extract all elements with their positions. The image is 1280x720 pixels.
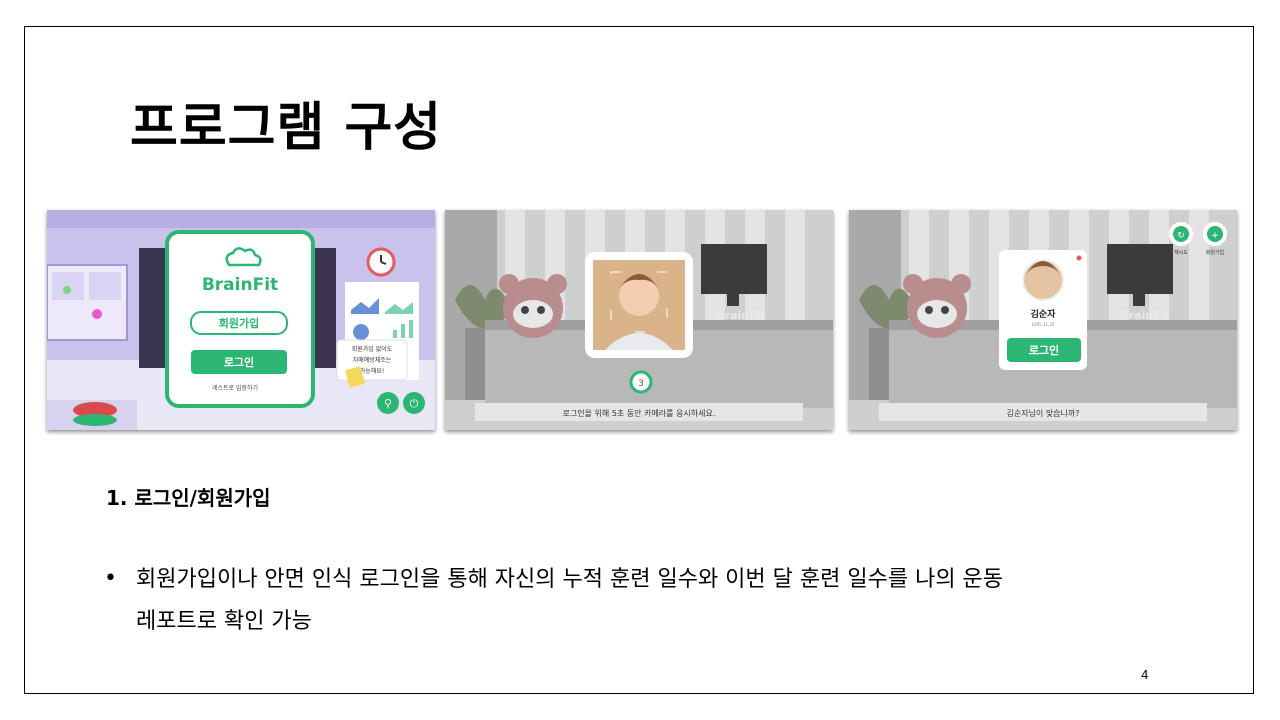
login-screen-screenshot: 회원가입 없이도 치매예방체조는 가능해요! ⚲ ⏻ BrainFit 회원가입… [47,210,435,430]
confirm-user-screenshot: BrainFit ↻ 재시도 + 회원가입 김순자 1955.11.20 로그인… [849,210,1237,430]
instruction-text: 로그인을 위해 5초 동안 카메라를 응시하세요. [563,408,716,418]
countdown-number: 3 [638,379,644,389]
signup-button[interactable]: 회원가입 [190,311,288,335]
bullet-text-line-2: 레포트로 확인 가능 [136,609,312,634]
brand-sign: BrainFit [1120,309,1169,322]
poster-line-1: 회원가입 없이도 [352,345,393,353]
login-button-label: 로그인 [224,355,254,369]
guest-entry-link[interactable]: 게스트로 입장하기 [212,384,258,392]
login-button-label: 로그인 [1029,343,1059,357]
section-heading: 1. 로그인/회원가입 [106,486,271,510]
retry-label: 재시도 [1174,249,1188,256]
retry-icon: ↻ [1177,231,1185,241]
brand-logo: BrainFit [202,275,278,295]
svg-text:⏻: ⏻ [410,397,419,410]
question-text: 김순자님이 맞습니까? [1006,408,1079,418]
user-name: 김순자 [1031,308,1057,320]
svg-text:⚲: ⚲ [384,397,392,410]
signup-button[interactable]: + 회원가입 [1203,222,1227,256]
slide-title: 프로그램 구성 [130,98,443,158]
login-button[interactable]: 로그인 [1007,338,1081,362]
user-dob: 1955.11.20 [1032,322,1055,327]
face-scan-screenshot: BrainFit 3 로그인을 위해 5초 동안 카메라를 응시하세요. [445,210,833,430]
bullet-marker: • [104,566,117,591]
login-button[interactable]: 로그인 [191,350,287,374]
brand-sign: BrainFit [716,309,765,322]
signup-label: 회원가입 [1206,249,1224,256]
poster-line-2: 치매예방체조는 [353,356,392,364]
add-user-icon: + [1211,231,1219,241]
user-badge-icon [1076,255,1082,261]
page-number: 4 [1141,668,1149,682]
poster-line-3: 가능해요! [360,367,385,375]
signup-button-label: 회원가입 [219,316,259,330]
bullet-text-line-1: 회원가입이나 안면 인식 로그인을 통해 자신의 누적 훈련 일수와 이번 달 … [136,567,1004,592]
